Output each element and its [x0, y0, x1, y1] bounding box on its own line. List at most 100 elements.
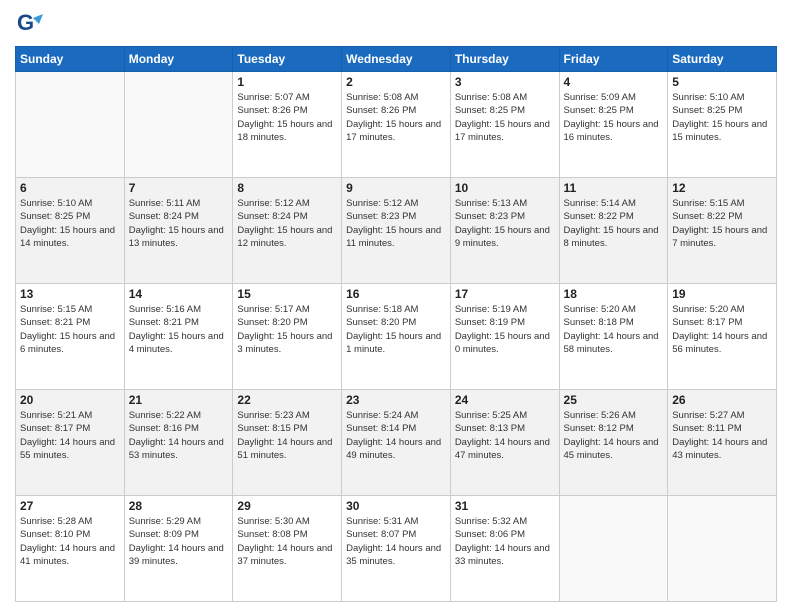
day-info: Sunrise: 5:32 AMSunset: 8:06 PMDaylight:…: [455, 515, 555, 568]
day-number: 26: [672, 393, 772, 407]
day-number: 8: [237, 181, 337, 195]
calendar-cell: 22Sunrise: 5:23 AMSunset: 8:15 PMDayligh…: [233, 390, 342, 496]
day-number: 31: [455, 499, 555, 513]
day-info: Sunrise: 5:19 AMSunset: 8:19 PMDaylight:…: [455, 303, 555, 356]
calendar-cell: 18 Sunrise: 5:20 AMSunset: 8:18 PMDayligh…: [559, 284, 668, 390]
day-info: Sunrise: 5:12 AMSunset: 8:23 PMDaylight:…: [346, 197, 446, 250]
calendar-cell: 12 Sunrise: 5:15 AMSunset: 8:22 PMDayligh…: [668, 178, 777, 284]
day-number: 18: [564, 287, 664, 301]
day-info: Sunrise: 5:08 AMSunset: 8:26 PMDaylight:…: [346, 91, 446, 144]
day-number: 28: [129, 499, 229, 513]
day-info: Sunrise: 5:25 AMSunset: 8:13 PMDaylight:…: [455, 409, 555, 462]
day-number: 17: [455, 287, 555, 301]
svg-text:G: G: [17, 10, 34, 35]
weekday-header-monday: Monday: [124, 47, 233, 72]
calendar-cell: 14Sunrise: 5:16 AMSunset: 8:21 PMDayligh…: [124, 284, 233, 390]
day-info: Sunrise: 5:11 AMSunset: 8:24 PMDaylight:…: [129, 197, 229, 250]
day-number: 5: [672, 75, 772, 89]
day-info: Sunrise: 5:24 AMSunset: 8:14 PMDaylight:…: [346, 409, 446, 462]
page: G SundayMondayTuesdayWednesdayThursdayFr…: [0, 0, 792, 612]
day-info: Sunrise: 5:26 AMSunset: 8:12 PMDaylight:…: [564, 409, 664, 462]
day-number: 20: [20, 393, 120, 407]
day-number: 22: [237, 393, 337, 407]
day-info: Sunrise: 5:17 AMSunset: 8:20 PMDaylight:…: [237, 303, 337, 356]
day-number: 16: [346, 287, 446, 301]
day-info: Sunrise: 5:16 AMSunset: 8:21 PMDaylight:…: [129, 303, 229, 356]
day-info: Sunrise: 5:15 AMSunset: 8:22 PMDaylight:…: [672, 197, 772, 250]
day-number: 10: [455, 181, 555, 195]
calendar-cell: 17 Sunrise: 5:19 AMSunset: 8:19 PMDayligh…: [450, 284, 559, 390]
week-row-3: 13 Sunrise: 5:15 AMSunset: 8:21 PMDayligh…: [16, 284, 777, 390]
day-number: 25: [564, 393, 664, 407]
header: G: [15, 10, 777, 38]
calendar-cell: [16, 72, 125, 178]
calendar-cell: 19 Sunrise: 5:20 AMSunset: 8:17 PMDayligh…: [668, 284, 777, 390]
calendar-cell: 1Sunrise: 5:07 AMSunset: 8:26 PMDaylight…: [233, 72, 342, 178]
day-number: 30: [346, 499, 446, 513]
calendar-cell: 30 Sunrise: 5:31 AMSunset: 8:07 PMDayligh…: [342, 496, 451, 602]
day-info: Sunrise: 5:18 AMSunset: 8:20 PMDaylight:…: [346, 303, 446, 356]
day-number: 9: [346, 181, 446, 195]
day-number: 6: [20, 181, 120, 195]
day-number: 2: [346, 75, 446, 89]
day-info: Sunrise: 5:29 AMSunset: 8:09 PMDaylight:…: [129, 515, 229, 568]
weekday-header-thursday: Thursday: [450, 47, 559, 72]
day-info: Sunrise: 5:13 AMSunset: 8:23 PMDaylight:…: [455, 197, 555, 250]
day-number: 24: [455, 393, 555, 407]
calendar-cell: 28 Sunrise: 5:29 AMSunset: 8:09 PMDayligh…: [124, 496, 233, 602]
calendar-cell: 29Sunrise: 5:30 AMSunset: 8:08 PMDayligh…: [233, 496, 342, 602]
calendar-cell: 31 Sunrise: 5:32 AMSunset: 8:06 PMDayligh…: [450, 496, 559, 602]
calendar-cell: 2 Sunrise: 5:08 AMSunset: 8:26 PMDaylight…: [342, 72, 451, 178]
weekday-header-tuesday: Tuesday: [233, 47, 342, 72]
weekday-header-friday: Friday: [559, 47, 668, 72]
calendar-cell: 26 Sunrise: 5:27 AMSunset: 8:11 PMDayligh…: [668, 390, 777, 496]
calendar-cell: [124, 72, 233, 178]
calendar-cell: 13 Sunrise: 5:15 AMSunset: 8:21 PMDayligh…: [16, 284, 125, 390]
day-info: Sunrise: 5:10 AMSunset: 8:25 PMDaylight:…: [672, 91, 772, 144]
weekday-header-wednesday: Wednesday: [342, 47, 451, 72]
day-info: Sunrise: 5:28 AMSunset: 8:10 PMDaylight:…: [20, 515, 120, 568]
calendar-cell: [559, 496, 668, 602]
day-info: Sunrise: 5:15 AMSunset: 8:21 PMDaylight:…: [20, 303, 120, 356]
day-info: Sunrise: 5:09 AMSunset: 8:25 PMDaylight:…: [564, 91, 664, 144]
calendar-cell: 20Sunrise: 5:21 AMSunset: 8:17 PMDayligh…: [16, 390, 125, 496]
day-number: 11: [564, 181, 664, 195]
calendar-cell: 21Sunrise: 5:22 AMSunset: 8:16 PMDayligh…: [124, 390, 233, 496]
calendar-cell: 27 Sunrise: 5:28 AMSunset: 8:10 PMDayligh…: [16, 496, 125, 602]
calendar-cell: [668, 496, 777, 602]
day-number: 29: [237, 499, 337, 513]
calendar-cell: 3Sunrise: 5:08 AMSunset: 8:25 PMDaylight…: [450, 72, 559, 178]
calendar-cell: 6Sunrise: 5:10 AMSunset: 8:25 PMDaylight…: [16, 178, 125, 284]
day-info: Sunrise: 5:14 AMSunset: 8:22 PMDaylight:…: [564, 197, 664, 250]
day-info: Sunrise: 5:31 AMSunset: 8:07 PMDaylight:…: [346, 515, 446, 568]
day-number: 15: [237, 287, 337, 301]
calendar-cell: 16 Sunrise: 5:18 AMSunset: 8:20 PMDayligh…: [342, 284, 451, 390]
day-number: 1: [237, 75, 337, 89]
day-number: 19: [672, 287, 772, 301]
week-row-5: 27 Sunrise: 5:28 AMSunset: 8:10 PMDayligh…: [16, 496, 777, 602]
day-number: 3: [455, 75, 555, 89]
calendar-cell: 15 Sunrise: 5:17 AMSunset: 8:20 PMDayligh…: [233, 284, 342, 390]
calendar-cell: 10 Sunrise: 5:13 AMSunset: 8:23 PMDayligh…: [450, 178, 559, 284]
week-row-1: 1Sunrise: 5:07 AMSunset: 8:26 PMDaylight…: [16, 72, 777, 178]
day-number: 27: [20, 499, 120, 513]
day-number: 23: [346, 393, 446, 407]
calendar-cell: 8 Sunrise: 5:12 AMSunset: 8:24 PMDaylight…: [233, 178, 342, 284]
day-info: Sunrise: 5:27 AMSunset: 8:11 PMDaylight:…: [672, 409, 772, 462]
calendar-cell: 25 Sunrise: 5:26 AMSunset: 8:12 PMDayligh…: [559, 390, 668, 496]
calendar-cell: 5 Sunrise: 5:10 AMSunset: 8:25 PMDaylight…: [668, 72, 777, 178]
weekday-header-saturday: Saturday: [668, 47, 777, 72]
day-number: 13: [20, 287, 120, 301]
week-row-4: 20Sunrise: 5:21 AMSunset: 8:17 PMDayligh…: [16, 390, 777, 496]
day-info: Sunrise: 5:20 AMSunset: 8:18 PMDaylight:…: [564, 303, 664, 356]
weekday-header-row: SundayMondayTuesdayWednesdayThursdayFrid…: [16, 47, 777, 72]
day-number: 21: [129, 393, 229, 407]
day-number: 7: [129, 181, 229, 195]
logo-icon: G: [15, 10, 43, 38]
week-row-2: 6Sunrise: 5:10 AMSunset: 8:25 PMDaylight…: [16, 178, 777, 284]
day-number: 12: [672, 181, 772, 195]
day-info: Sunrise: 5:12 AMSunset: 8:24 PMDaylight:…: [237, 197, 337, 250]
calendar-cell: 9 Sunrise: 5:12 AMSunset: 8:23 PMDaylight…: [342, 178, 451, 284]
day-info: Sunrise: 5:20 AMSunset: 8:17 PMDaylight:…: [672, 303, 772, 356]
calendar-cell: 24 Sunrise: 5:25 AMSunset: 8:13 PMDayligh…: [450, 390, 559, 496]
